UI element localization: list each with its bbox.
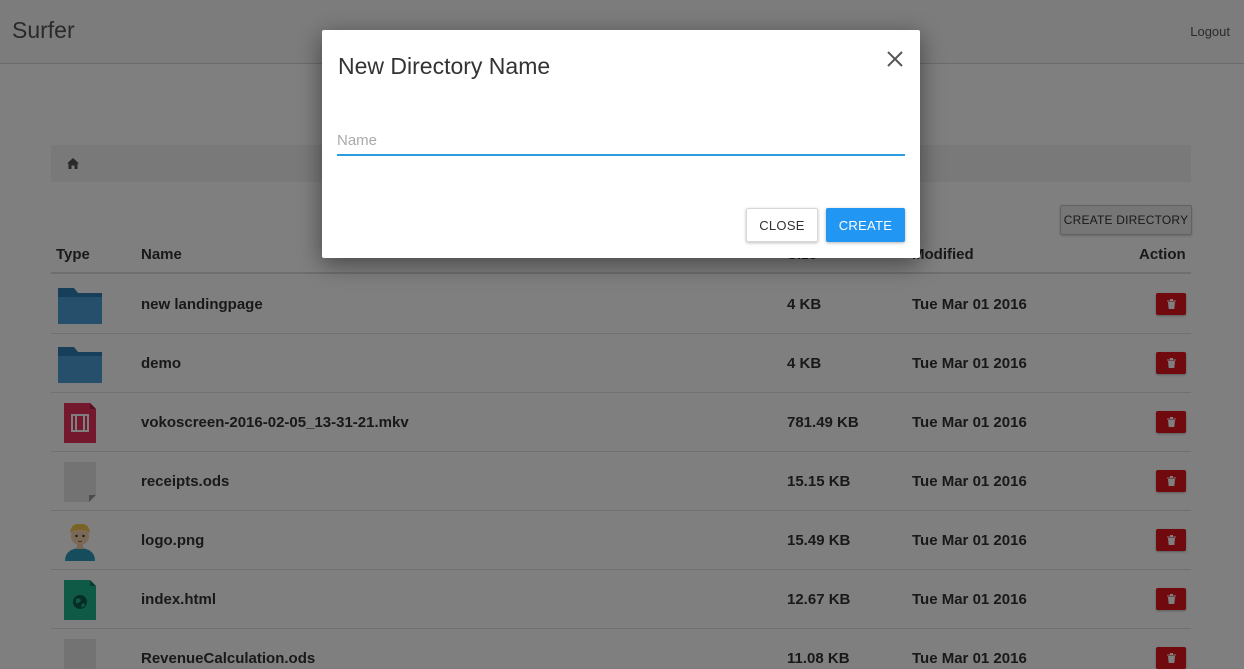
- new-directory-dialog: New Directory Name CLOSE CREATE: [322, 30, 920, 258]
- dialog-title: New Directory Name: [338, 53, 551, 79]
- directory-name-input[interactable]: [337, 126, 905, 156]
- close-icon[interactable]: [884, 48, 906, 70]
- create-button[interactable]: CREATE: [826, 208, 905, 242]
- close-button[interactable]: CLOSE: [746, 208, 818, 242]
